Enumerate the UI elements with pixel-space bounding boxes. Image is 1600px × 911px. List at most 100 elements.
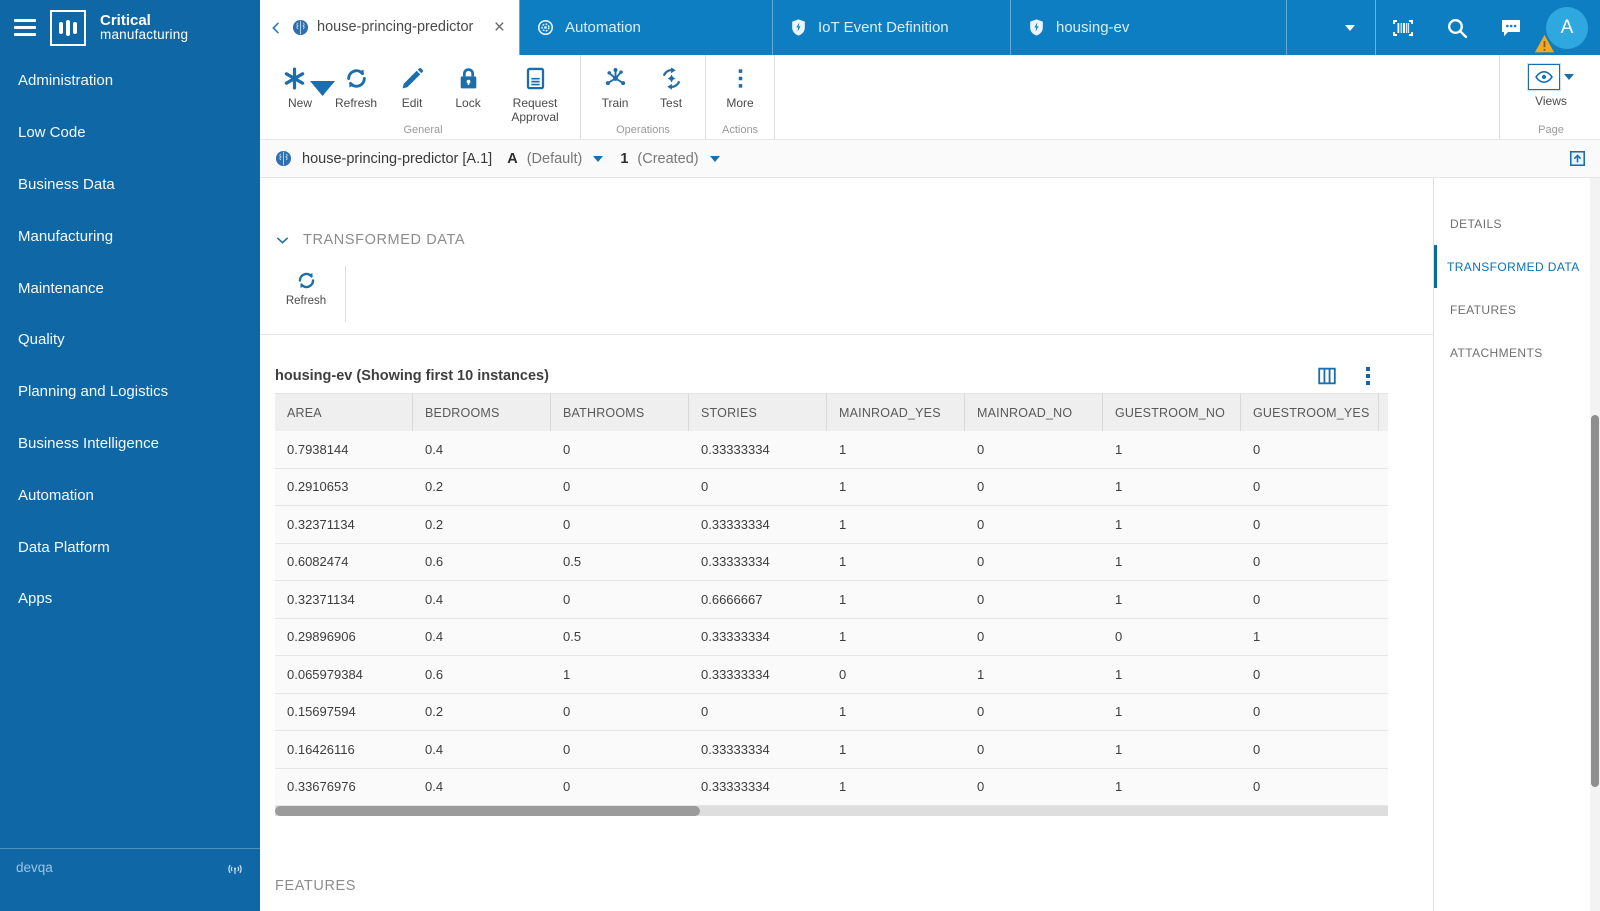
sidebar-item-low-code[interactable]: Low Code (0, 107, 260, 159)
table-cell: 1 (839, 554, 847, 570)
table-cell: 0 (1253, 479, 1261, 495)
features-section-header[interactable]: FEATURES (275, 878, 1433, 894)
brand-logo-icon (50, 9, 86, 46)
refresh-table-button[interactable]: Refresh (275, 266, 337, 322)
revision-dropdown-icon[interactable] (709, 155, 720, 162)
toolbar-button-lock[interactable]: Lock (440, 64, 496, 110)
page-section-tab-transformed-data[interactable]: TRANSFORMED DATA (1434, 245, 1590, 288)
table-cell: 1 (1115, 779, 1123, 795)
column-header-mainroad-no[interactable]: MAINROAD_NO (965, 394, 1103, 431)
table-row[interactable]: 0.16426116 0.4 0 0.33333334 1 0 1 0 (275, 731, 1388, 769)
column-header-guestroom-yes[interactable]: GUESTROOM_YES (1241, 394, 1379, 431)
table-cell: 0 (977, 629, 985, 645)
version-dropdown-icon[interactable] (593, 155, 604, 162)
table-cell: 0.33333334 (701, 741, 770, 757)
toolbar-button-label: Edit (401, 96, 423, 110)
tab-close-icon[interactable]: × (490, 17, 509, 39)
table-row[interactable]: 0.7938144 0.4 0 0.33333334 1 0 1 0 (275, 431, 1388, 469)
table-cell: 1 (839, 704, 847, 720)
sidebar-item-maintenance[interactable]: Maintenance (0, 262, 260, 314)
sidebar-item-label: Business Intelligence (18, 434, 159, 452)
table-cell: 0 (1115, 629, 1123, 645)
toolbar-button-edit[interactable]: Edit (384, 64, 440, 110)
sidebar-item-label: Apps (18, 590, 53, 608)
views-button[interactable] (1527, 63, 1574, 91)
table-menu-icon[interactable] (1364, 365, 1372, 387)
toolbar-button-label: Refresh (335, 96, 378, 110)
sidebar-item-automation[interactable]: Automation (0, 469, 260, 521)
column-header-bedrooms[interactable]: BEDROOMS (413, 394, 551, 431)
sidebar-item-administration[interactable]: Administration (0, 55, 260, 107)
tab-house-princing-predictor[interactable]: house-princing-predictor × (260, 0, 519, 55)
table-row[interactable]: 0.29896906 0.4 0.5 0.33333334 1 0 0 1 (275, 618, 1388, 656)
edit-icon (400, 64, 425, 92)
table-title-row: housing-ev (Showing first 10 instances) (275, 365, 1388, 387)
table-cell: 0.2 (425, 479, 444, 495)
sidebar-item-planning-and-logistics[interactable]: Planning and Logistics (0, 366, 260, 418)
toolbar-button-new[interactable]: New (272, 64, 335, 110)
tab-back-icon[interactable] (268, 20, 284, 36)
eye-icon (1527, 63, 1561, 91)
column-header-bathrooms[interactable]: BATHROOMS (551, 394, 689, 431)
vertical-scrollbar-thumb[interactable] (1591, 415, 1599, 787)
transformed-data-section-header[interactable]: TRANSFORMED DATA (275, 232, 1433, 248)
table-cell: 0 (1253, 779, 1261, 795)
table-row[interactable]: 0.32371134 0.2 0 0.33333334 1 0 1 0 (275, 506, 1388, 544)
chevron-down-icon[interactable] (275, 233, 290, 248)
toolbar-button-refresh[interactable]: Refresh (328, 64, 384, 110)
table-row[interactable]: 0.15697594 0.2 0 0 1 0 1 0 (275, 693, 1388, 731)
horizontal-scrollbar-thumb[interactable] (275, 806, 700, 816)
sidebar-header: Critical manufacturing (0, 0, 260, 55)
page-section-tab-details[interactable]: DETAILS (1434, 202, 1590, 245)
sidebar-item-business-data[interactable]: Business Data (0, 159, 260, 211)
column-header-mainroad-yes[interactable]: MAINROAD_YES (827, 394, 965, 431)
environment-label: devqa (16, 860, 53, 875)
column-header-stories[interactable]: STORIES (689, 394, 827, 431)
column-header-partial (1379, 394, 1388, 431)
table-row[interactable]: 0.065979384 0.6 1 0.33333334 0 1 1 0 (275, 656, 1388, 694)
sidebar-item-business-intelligence[interactable]: Business Intelligence (0, 418, 260, 470)
search-icon[interactable] (1445, 16, 1469, 40)
table-cell: 1 (839, 516, 847, 532)
user-avatar[interactable]: A (1534, 6, 1588, 52)
tab-automation[interactable]: Automation (519, 0, 772, 55)
sidebar-item-apps[interactable]: Apps (0, 573, 260, 625)
toolbar-button-train[interactable]: Train (587, 64, 643, 110)
table-cell: 1 (977, 666, 985, 682)
toolbar-button-request-approval[interactable]: Request Approval (496, 64, 574, 125)
tab-housing-ev[interactable]: housing-ev (1010, 0, 1287, 55)
sidebar-item-label: Automation (18, 486, 94, 504)
sidebar-item-quality[interactable]: Quality (0, 314, 260, 366)
sidebar-item-manufacturing[interactable]: Manufacturing (0, 210, 260, 262)
messages-icon[interactable] (1499, 16, 1523, 40)
column-settings-icon[interactable] (1316, 365, 1338, 387)
column-header-area[interactable]: AREA (275, 394, 413, 431)
tab-iot-event-definition[interactable]: IoT Event Definition (772, 0, 1010, 55)
table-cell: 0 (563, 441, 571, 457)
ml-model-icon (274, 149, 293, 168)
table-cell: 0 (1253, 554, 1261, 570)
tab-overflow-chevron-icon[interactable] (1345, 24, 1355, 31)
column-header-guestroom-no[interactable]: GUESTROOM_NO (1103, 394, 1241, 431)
toolbar-button-test[interactable]: Test (643, 64, 699, 110)
table-row[interactable]: 0.6082474 0.6 0.5 0.33333334 1 0 1 0 (275, 543, 1388, 581)
more-icon (728, 64, 753, 92)
table-row[interactable]: 0.32371134 0.4 0 0.6666667 1 0 1 0 (275, 581, 1388, 619)
table-cell: 0 (977, 779, 985, 795)
expand-panel-icon[interactable] (1569, 150, 1586, 167)
table-cell: 1 (839, 479, 847, 495)
automation-icon (536, 18, 555, 37)
table-cell: 0 (701, 479, 709, 495)
sidebar-item-data-platform[interactable]: Data Platform (0, 521, 260, 573)
table-cell: 0.15697594 (287, 704, 356, 720)
connectivity-icon (226, 860, 244, 878)
active-tab-label: house-princing-predictor (317, 19, 474, 36)
table-row[interactable]: 0.33676976 0.4 0 0.33333334 1 0 1 0 (275, 768, 1388, 806)
toolbar-button-more[interactable]: More (712, 64, 768, 110)
barcode-scanner-icon[interactable] (1391, 16, 1415, 40)
page-section-tab-features[interactable]: FEATURES (1434, 288, 1590, 331)
table-row[interactable]: 0.2910653 0.2 0 0 1 0 1 0 (275, 468, 1388, 506)
hamburger-menu-icon[interactable] (14, 15, 36, 40)
page-section-tab-attachments[interactable]: ATTACHMENTS (1434, 331, 1590, 374)
table-cell: 0.33333334 (701, 666, 770, 682)
